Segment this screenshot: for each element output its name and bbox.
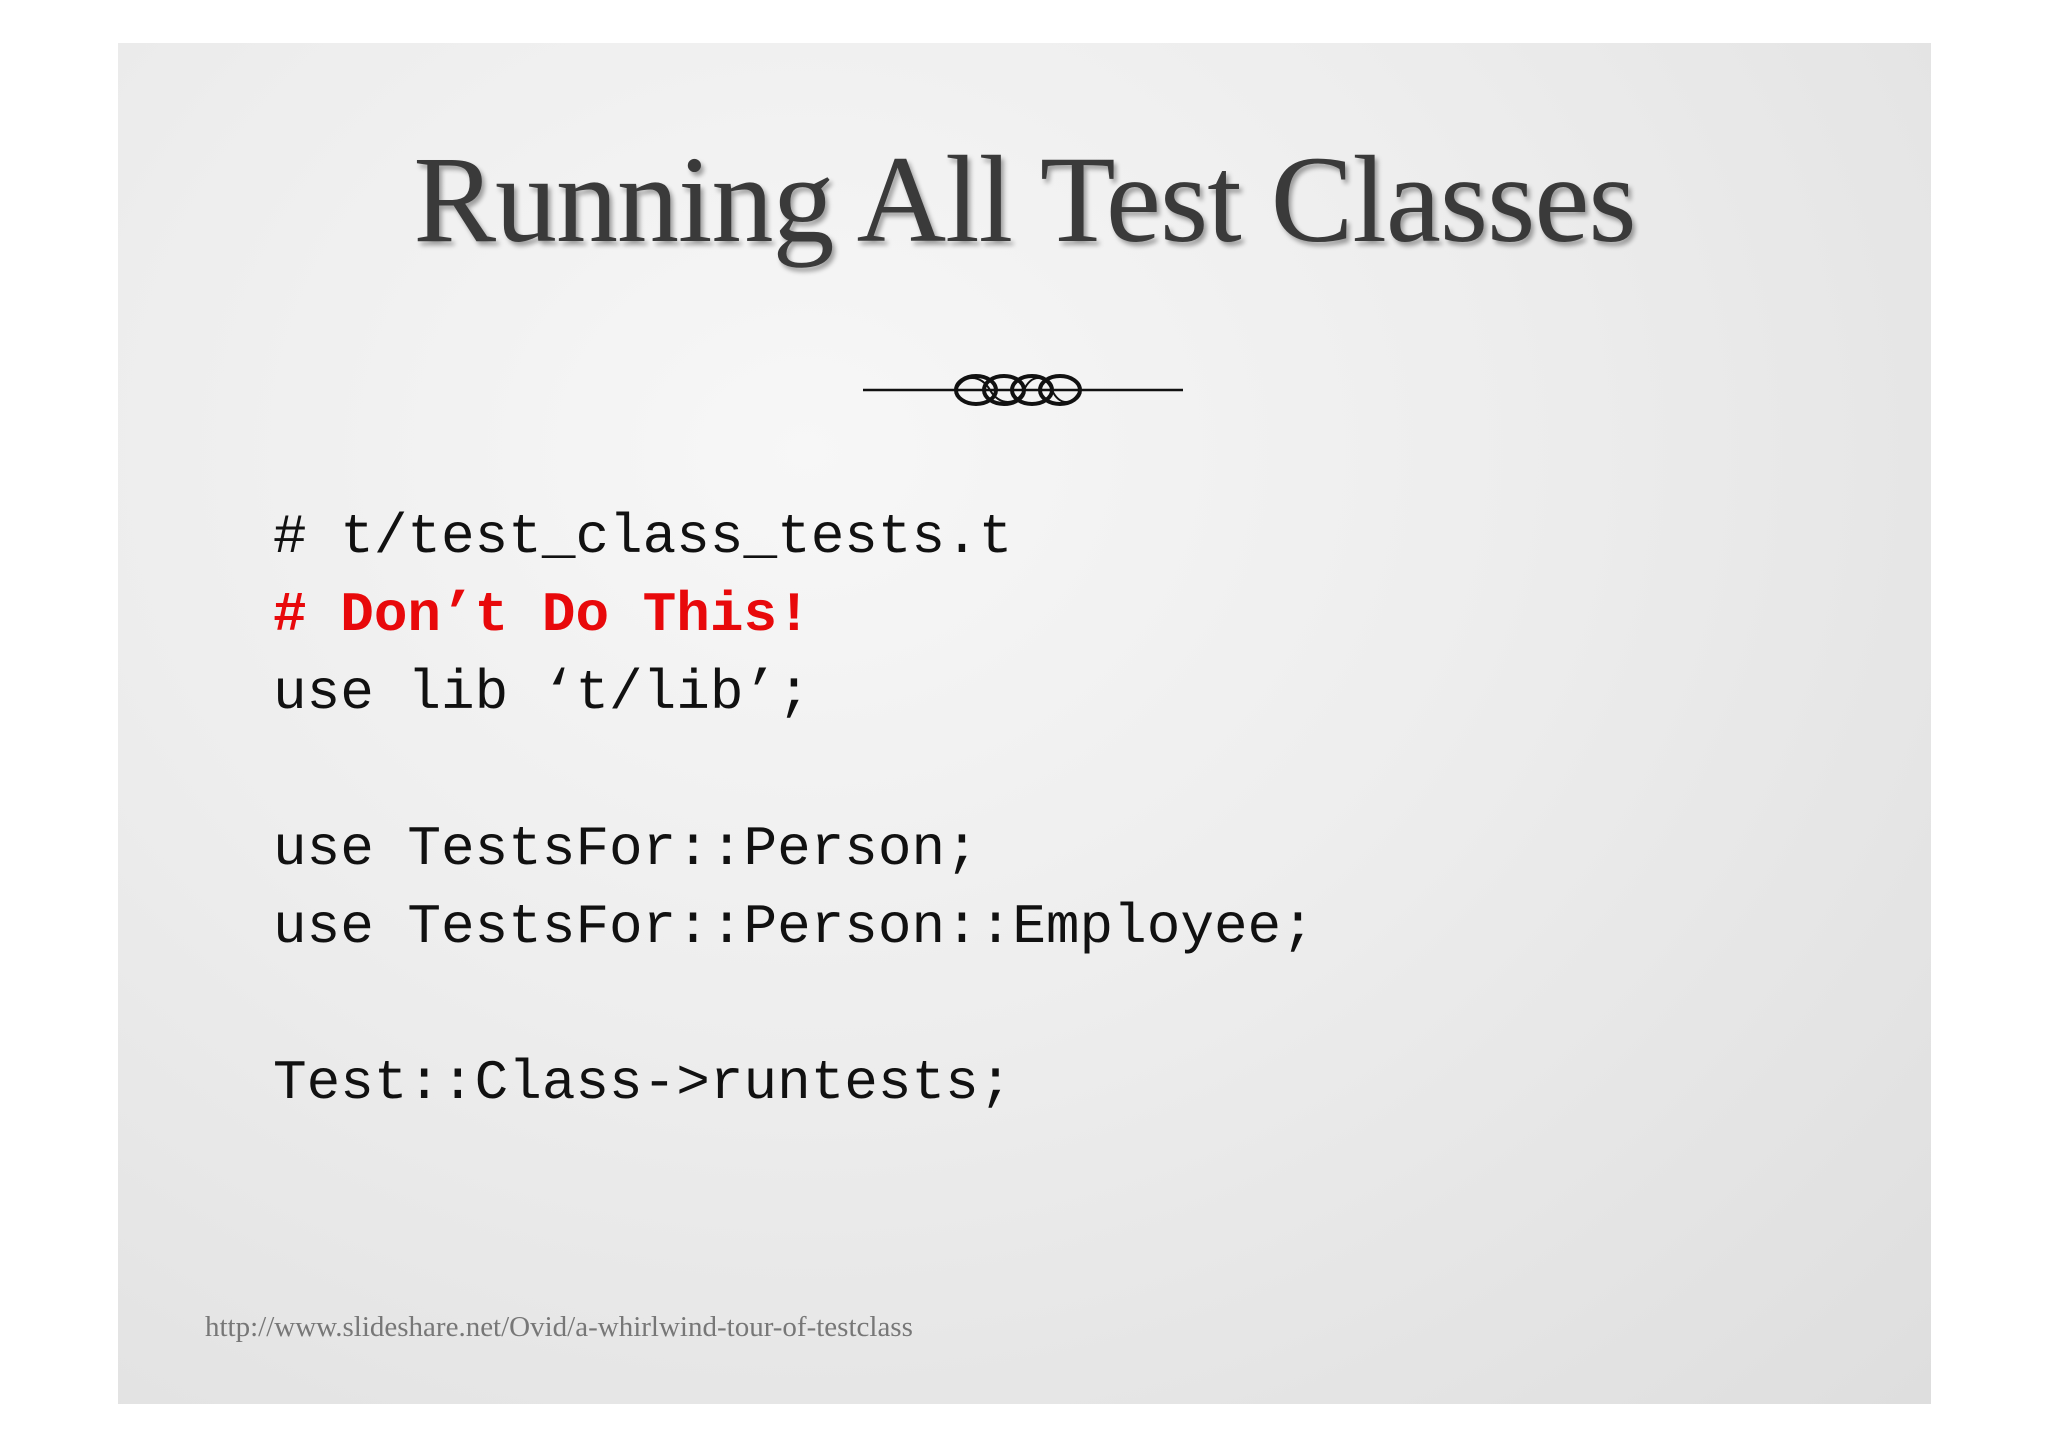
slide: Running All Test Classes # t/test_class_… (118, 43, 1931, 1404)
code-line-warning: # Don’t Do This! (273, 583, 811, 647)
swirl-divider-icon (863, 374, 1183, 406)
source-url-link[interactable]: http://www.slideshare.net/Ovid/a-whirlwi… (205, 1311, 913, 1344)
code-line-use-person: use TestsFor::Person; (273, 817, 979, 881)
code-line-use-lib: use lib ‘t/lib’; (273, 661, 811, 725)
code-line-runtests: Test::Class->runtests; (273, 1051, 1013, 1115)
code-block: # t/test_class_tests.t # Don’t Do This! … (273, 498, 1315, 1122)
code-line-use-employee: use TestsFor::Person::Employee; (273, 895, 1315, 959)
slide-title: Running All Test Classes (413, 131, 1636, 268)
code-line-comment: # t/test_class_tests.t (273, 505, 1013, 569)
